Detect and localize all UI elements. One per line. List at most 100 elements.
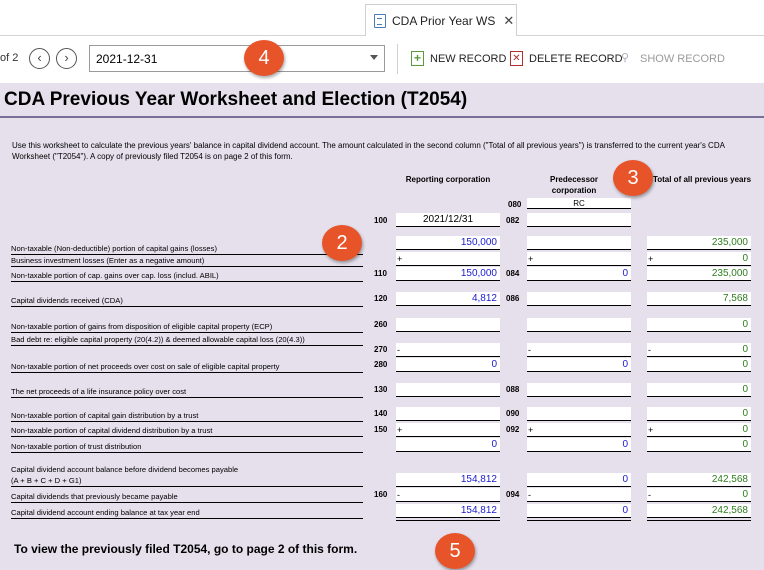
row-label: Bad debt re: eligible capital property (…	[11, 335, 305, 344]
predecessor-year-field[interactable]	[527, 213, 631, 227]
sign-reporting: -	[397, 490, 400, 500]
predecessor-amount-field[interactable]: 0	[527, 504, 631, 518]
predecessor-amount-field[interactable]	[527, 318, 631, 332]
predecessor-amount-field[interactable]	[527, 343, 631, 357]
reporting-amount-field[interactable]	[396, 252, 500, 266]
reporting-amount-field[interactable]: 150,000	[396, 236, 500, 250]
column-header-total: Total of all previous years	[652, 175, 752, 184]
row-underline	[11, 486, 363, 487]
row-underline	[11, 397, 363, 398]
sign-total: +	[648, 254, 654, 264]
predecessor-amount-field[interactable]	[527, 488, 631, 502]
line-code: 260	[374, 320, 388, 329]
total-amount-field: 0	[647, 358, 751, 372]
predecessor-amount-field[interactable]	[527, 383, 631, 397]
sign-predecessor: -	[528, 345, 531, 355]
reporting-amount-field[interactable]: 0	[396, 358, 500, 372]
line-code: 120	[374, 294, 388, 303]
row-underline	[11, 436, 363, 437]
line-code: 270	[374, 345, 388, 354]
record-date-select[interactable]: 2021-12-31	[89, 45, 385, 72]
tab-cda-prior-year[interactable]: CDA Prior Year WS ✕	[365, 4, 517, 36]
row-underline	[11, 421, 363, 422]
callout-5: 5	[435, 533, 475, 569]
total-amount-field: 0	[647, 407, 751, 421]
row-underline	[11, 502, 363, 503]
row-underline	[11, 345, 363, 346]
sign-predecessor: -	[528, 490, 531, 500]
column-header-reporting: Reporting corporation	[405, 175, 491, 184]
row-label: Non-taxable portion of gains from dispos…	[11, 322, 273, 331]
line-code-predecessor: 094	[506, 490, 520, 499]
total-amount-field: 235,000	[647, 236, 751, 250]
delete-record-button[interactable]: ✕ DELETE RECORD	[510, 51, 623, 66]
tab-title: CDA Prior Year WS	[392, 13, 496, 28]
total-amount-field: 0	[647, 252, 751, 266]
line-code: 280	[374, 360, 388, 369]
previous-record-button[interactable]: ‹	[29, 48, 50, 69]
line-code-predecessor: 090	[506, 409, 520, 418]
sign-reporting: +	[397, 254, 403, 264]
predecessor-amount-field[interactable]	[527, 252, 631, 266]
reporting-amount-field[interactable]: 0	[396, 438, 500, 452]
predecessor-amount-field[interactable]: 0	[527, 438, 631, 452]
reporting-amount-field[interactable]	[396, 488, 500, 502]
title-divider	[0, 116, 764, 118]
double-underline	[396, 520, 500, 521]
predecessor-rc-field[interactable]: RC	[527, 198, 631, 209]
close-icon[interactable]: ✕	[503, 13, 514, 29]
page-count: of 2	[0, 52, 19, 64]
predecessor-amount-field[interactable]: 0	[527, 473, 631, 487]
total-amount-field: 235,000	[647, 267, 751, 281]
reporting-amount-field[interactable]	[396, 383, 500, 397]
reporting-amount-field[interactable]	[396, 423, 500, 437]
reporting-amount-field[interactable]: 154,812	[396, 504, 500, 518]
sign-predecessor: +	[528, 254, 534, 264]
predecessor-amount-field[interactable]: 0	[527, 358, 631, 372]
new-record-button[interactable]: + NEW RECORD	[411, 51, 506, 66]
predecessor-amount-field[interactable]	[527, 236, 631, 250]
line-code: 150	[374, 425, 388, 434]
row-underline	[11, 281, 363, 282]
line-code: 110	[374, 269, 387, 278]
line-code: 130	[374, 385, 388, 394]
row-label: Non-taxable portion of cap. gains over c…	[11, 271, 219, 280]
row-label: Capital dividends that previously became…	[11, 492, 178, 501]
predecessor-amount-field[interactable]	[527, 407, 631, 421]
sign-total: -	[648, 490, 651, 500]
predecessor-amount-field[interactable]	[527, 423, 631, 437]
show-record-button[interactable]: ⚲ SHOW RECORD	[621, 51, 725, 66]
predecessor-amount-field[interactable]: 0	[527, 267, 631, 281]
reporting-amount-field[interactable]	[396, 318, 500, 332]
row-label: Non-taxable portion of capital dividend …	[11, 426, 213, 435]
reporting-amount-field[interactable]: 4,812	[396, 292, 500, 306]
column-header-predecessor: Predecessor corporation	[549, 175, 599, 195]
line-code-predecessor: 088	[506, 385, 520, 394]
row-underline	[11, 518, 363, 519]
show-record-icon: ⚲	[621, 52, 630, 64]
row-label: Non-taxable (Non-deductible) portion of …	[11, 244, 217, 253]
row-underline	[11, 332, 363, 333]
new-record-label: NEW RECORD	[430, 52, 507, 65]
line-code-predecessor: 086	[506, 294, 520, 303]
row-label: Non-taxable portion of capital gain dist…	[11, 411, 199, 420]
total-amount-field: 0	[647, 383, 751, 397]
tax-year-end-field[interactable]: 2021/12/31	[396, 213, 500, 227]
next-record-button[interactable]: ›	[56, 48, 77, 69]
reporting-amount-field[interactable]	[396, 343, 500, 357]
total-amount-field: 242,568	[647, 504, 751, 518]
row-label: Capital dividends received (CDA)	[11, 296, 123, 305]
line-code-predecessor: 092	[506, 425, 520, 434]
reporting-amount-field[interactable]: 154,812	[396, 473, 500, 487]
sign-total: +	[648, 425, 654, 435]
reporting-amount-field[interactable]: 150,000	[396, 267, 500, 281]
predecessor-amount-field[interactable]	[527, 292, 631, 306]
line-code: 140	[374, 409, 388, 418]
line-code: 160	[374, 490, 388, 499]
reporting-amount-field[interactable]	[396, 407, 500, 421]
row-label-continued: (A + B + C + D + G1)	[11, 476, 82, 485]
total-amount-field: 0	[647, 488, 751, 502]
row-underline	[11, 372, 363, 373]
delete-record-label: DELETE RECORD	[529, 52, 623, 65]
code-100: 100	[374, 216, 388, 225]
